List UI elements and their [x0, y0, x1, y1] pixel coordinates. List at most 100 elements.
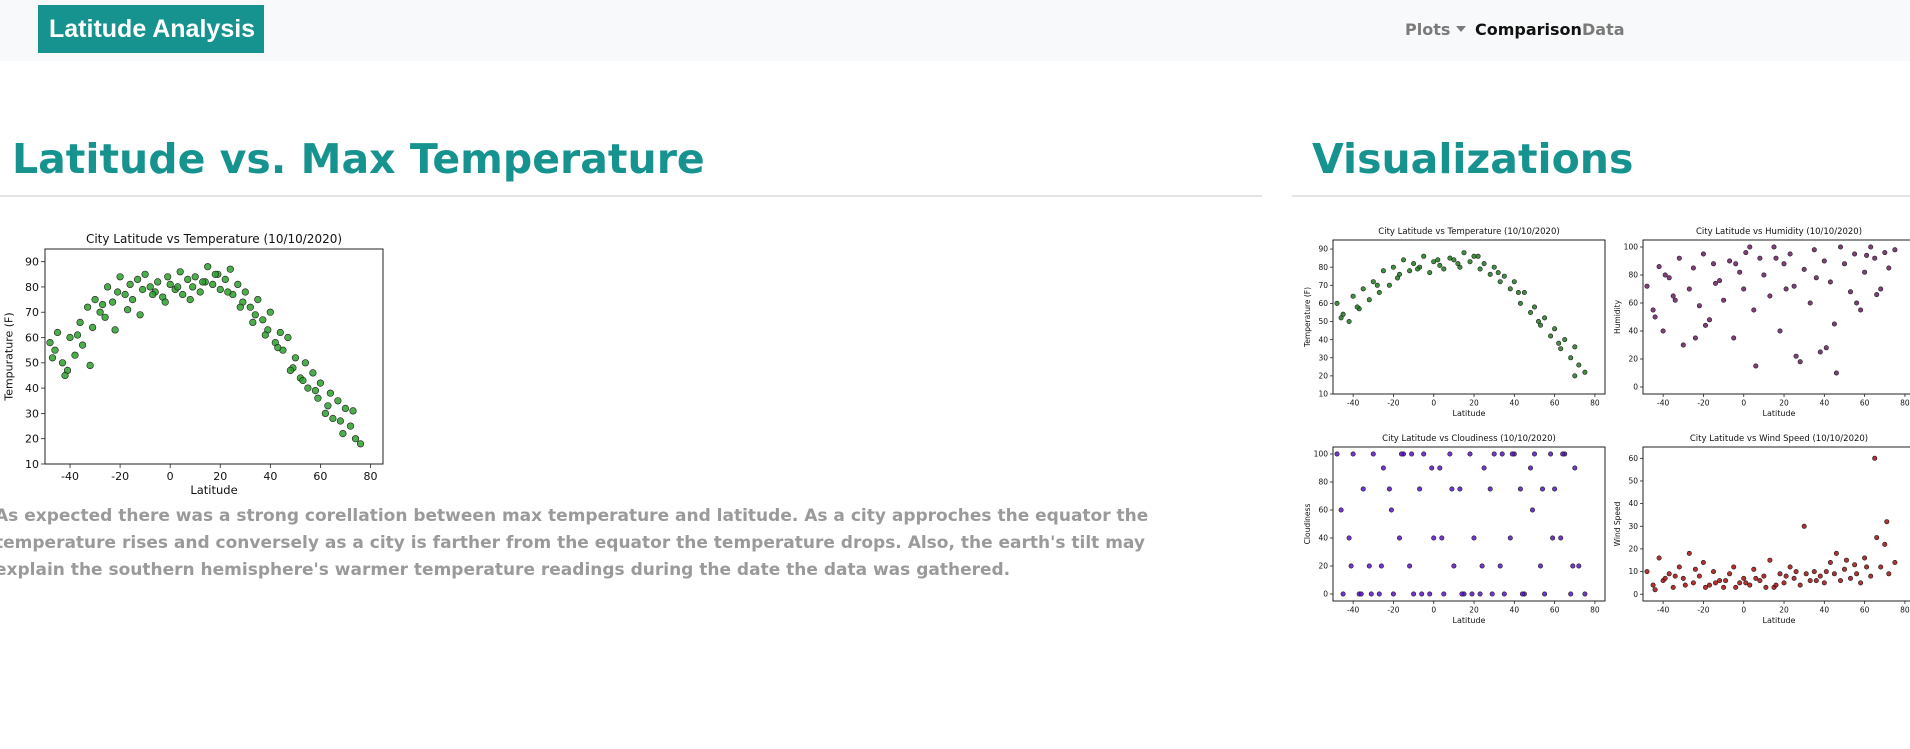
- data-point: [179, 290, 187, 299]
- data-point: [324, 402, 332, 410]
- data-point: [1813, 275, 1819, 281]
- data-point: [1858, 307, 1864, 313]
- data-point: [1449, 486, 1455, 492]
- x-tick-label: -40: [1347, 399, 1359, 408]
- data-point: [1703, 584, 1709, 590]
- data-point: [1415, 266, 1421, 272]
- data-point: [1733, 261, 1739, 267]
- x-tick-label: 60: [1860, 399, 1870, 408]
- x-tick-label: 60: [1550, 606, 1560, 615]
- data-point: [1469, 591, 1475, 597]
- x-tick-label: 0: [1431, 606, 1436, 615]
- data-point: [1431, 535, 1437, 541]
- data-point: [1868, 244, 1874, 250]
- data-point: [149, 290, 157, 299]
- data-point: [1451, 257, 1457, 263]
- data-point: [1376, 290, 1382, 296]
- data-point: [301, 359, 310, 367]
- data-point: [51, 346, 59, 354]
- data-point: [1864, 252, 1870, 258]
- data-point: [1662, 272, 1668, 278]
- x-tick-label: 80: [1900, 399, 1910, 408]
- y-tick-label: 10: [25, 458, 39, 471]
- data-point: [1471, 535, 1477, 541]
- data-point: [1652, 587, 1658, 593]
- data-point: [1753, 575, 1759, 581]
- data-point: [1823, 569, 1829, 575]
- brand-link[interactable]: Latitude Analysis: [38, 5, 264, 53]
- data-point: [176, 268, 184, 276]
- data-point: [1366, 297, 1372, 303]
- data-point: [1501, 591, 1507, 597]
- data-point: [1495, 270, 1501, 276]
- chart-title: City Latitude vs Humidity (10/10/2020): [1696, 227, 1862, 237]
- data-point: [46, 338, 54, 347]
- viz-temperature-thumbnail[interactable]: City Latitude vs Temperature (10/10/2020…: [1300, 222, 1606, 422]
- data-point: [339, 430, 347, 438]
- data-point: [351, 435, 360, 443]
- data-point: [66, 333, 74, 342]
- data-point: [141, 270, 149, 278]
- x-tick-label: 40: [1820, 399, 1830, 408]
- viz-humidity-thumbnail[interactable]: City Latitude vs Humidity (10/10/2020) -4…: [1610, 222, 1910, 422]
- data-point: [1721, 584, 1727, 590]
- x-tick-label: -40: [1347, 606, 1359, 615]
- y-tick-label: 100: [1314, 450, 1329, 459]
- data-point: [1793, 353, 1799, 359]
- nav-comparison[interactable]: Comparison: [1475, 20, 1582, 39]
- nav-data[interactable]: Data: [1582, 20, 1625, 39]
- y-tick-label: 20: [1628, 355, 1638, 364]
- x-tick-label: 0: [1741, 606, 1746, 615]
- x-tick-label: 60: [1860, 606, 1870, 615]
- data-point: [251, 311, 259, 319]
- data-point: [1334, 451, 1340, 457]
- data-point: [1791, 575, 1797, 581]
- data-point: [1751, 566, 1757, 572]
- viz-wind-speed-thumbnail[interactable]: City Latitude vs Wind Speed (10/10/2020)…: [1610, 429, 1910, 629]
- data-point: [1747, 582, 1753, 588]
- data-point: [1441, 591, 1447, 597]
- data-point: [1570, 563, 1576, 569]
- data-point: [1568, 591, 1574, 597]
- data-point: [1801, 266, 1807, 272]
- data-point: [1731, 335, 1737, 341]
- data-point: [1821, 258, 1827, 264]
- data-point: [1421, 253, 1427, 259]
- data-point: [98, 300, 107, 309]
- y-tick-label: 10: [1318, 390, 1328, 399]
- data-point: [1380, 268, 1386, 274]
- data-point: [1874, 535, 1880, 541]
- data-point: [321, 409, 330, 417]
- data-point: [1803, 571, 1809, 577]
- data-point: [209, 280, 217, 289]
- y-tick-label: 80: [1628, 271, 1638, 280]
- x-tick-label: 40: [1510, 399, 1520, 408]
- data-point: [1831, 571, 1837, 577]
- data-point: [249, 318, 257, 326]
- nav-plots-dropdown[interactable]: Plots: [1405, 20, 1467, 39]
- data-point: [1477, 591, 1483, 597]
- data-point: [1680, 342, 1686, 348]
- data-point: [1680, 575, 1686, 581]
- viz-cloudiness-thumbnail[interactable]: City Latitude vs Cloudiness (10/10/2020)…: [1300, 429, 1606, 629]
- data-point: [1672, 573, 1678, 579]
- data-point: [1838, 244, 1844, 250]
- data-point: [259, 316, 267, 324]
- y-tick-label: 40: [1628, 499, 1638, 508]
- data-point: [1487, 486, 1493, 492]
- data-point: [191, 273, 199, 281]
- data-point: [1696, 573, 1702, 579]
- data-point: [1552, 486, 1558, 492]
- data-point: [1801, 523, 1807, 529]
- data-point: [1751, 307, 1757, 313]
- data-point: [1582, 369, 1588, 375]
- data-point: [1568, 355, 1574, 361]
- data-point: [1773, 582, 1779, 588]
- data-point: [1542, 591, 1548, 597]
- y-tick-label: 0: [1323, 590, 1328, 599]
- data-point: [166, 280, 174, 289]
- data-point: [1489, 591, 1495, 597]
- data-point: [236, 303, 244, 311]
- data-point: [196, 288, 204, 296]
- page-title: Latitude vs. Max Temperature: [12, 135, 705, 183]
